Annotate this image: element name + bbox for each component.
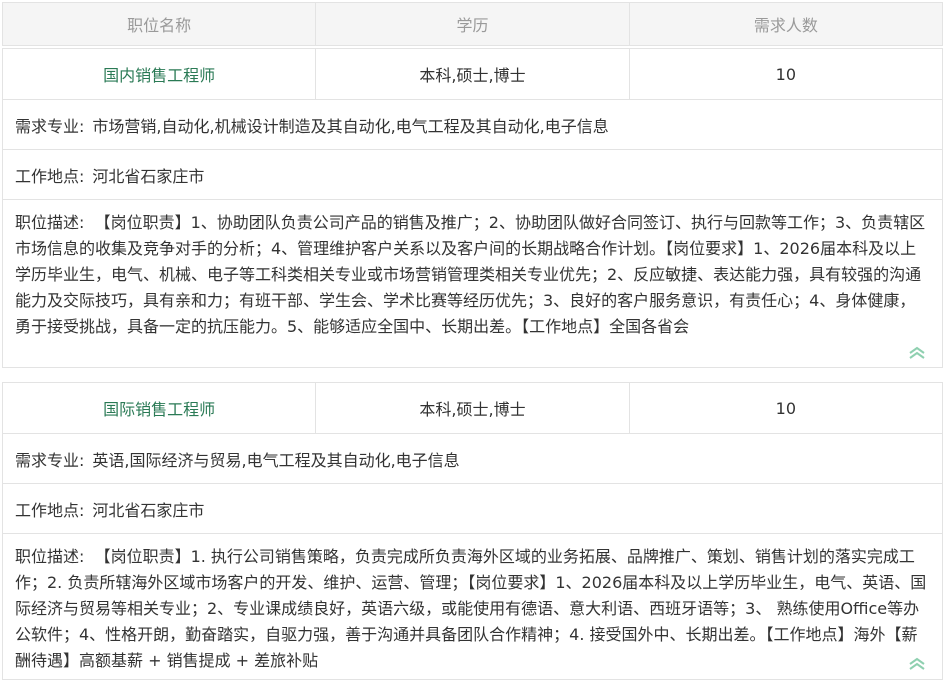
job-description: 职位描述: 【岗位职责】1、协助团队负责公司产品的销售及推广；2、协助团队做好合… — [3, 200, 942, 340]
chevron-double-up-icon[interactable] — [908, 346, 926, 360]
job-summary-row: 国际销售工程师 本科,硕士,博士 10 — [3, 383, 942, 434]
description-text: 【岗位职责】1、协助团队负责公司产品的销售及推广；2、协助团队做好合同签订、执行… — [15, 213, 926, 336]
major-row: 需求专业: 英语,国际经济与贸易,电气工程及其自动化,电子信息 — [3, 434, 942, 484]
description-label: 职位描述: — [15, 547, 85, 566]
major-value: 英语,国际经济与贸易,电气工程及其自动化,电子信息 — [92, 450, 460, 470]
description-text: 【岗位职责】1. 执行公司销售策略，负责完成所负责海外区域的业务拓展、品牌推广、… — [15, 547, 927, 670]
job-title-link[interactable]: 国内销售工程师 — [3, 49, 315, 99]
job-summary-row: 国内销售工程师 本科,硕士,博士 10 — [3, 49, 942, 100]
job-card: 国内销售工程师 本科,硕士,博士 10 需求专业: 市场营销,自动化,机械设计制… — [2, 48, 943, 368]
description-label: 职位描述: — [15, 213, 85, 232]
job-title-link[interactable]: 国际销售工程师 — [3, 383, 315, 433]
header-position: 职位名称 — [127, 16, 192, 35]
table-header: 职位名称 学历 需求人数 — [2, 2, 943, 46]
location-row: 工作地点: 河北省石家庄市 — [3, 150, 942, 200]
location-value: 河北省石家庄市 — [92, 166, 205, 186]
chevron-double-up-icon[interactable] — [908, 657, 926, 671]
job-card: 国际销售工程师 本科,硕士,博士 10 需求专业: 英语,国际经济与贸易,电气工… — [2, 382, 943, 680]
major-label: 需求专业: — [15, 116, 85, 136]
major-value: 市场营销,自动化,机械设计制造及其自动化,电气工程及其自动化,电子信息 — [92, 116, 609, 136]
job-education: 本科,硕士,博士 — [315, 49, 628, 99]
job-education: 本科,硕士,博士 — [315, 383, 628, 433]
major-label: 需求专业: — [15, 450, 85, 470]
location-label: 工作地点: — [15, 166, 85, 186]
header-education: 学历 — [315, 3, 628, 45]
location-row: 工作地点: 河北省石家庄市 — [3, 484, 942, 534]
location-value: 河北省石家庄市 — [92, 500, 205, 520]
major-row: 需求专业: 市场营销,自动化,机械设计制造及其自动化,电气工程及其自动化,电子信… — [3, 100, 942, 150]
location-label: 工作地点: — [15, 500, 85, 520]
job-headcount: 10 — [628, 383, 942, 433]
job-headcount: 10 — [628, 49, 942, 99]
job-description: 职位描述: 【岗位职责】1. 执行公司销售策略，负责完成所负责海外区域的业务拓展… — [3, 534, 942, 674]
header-headcount: 需求人数 — [628, 3, 942, 45]
